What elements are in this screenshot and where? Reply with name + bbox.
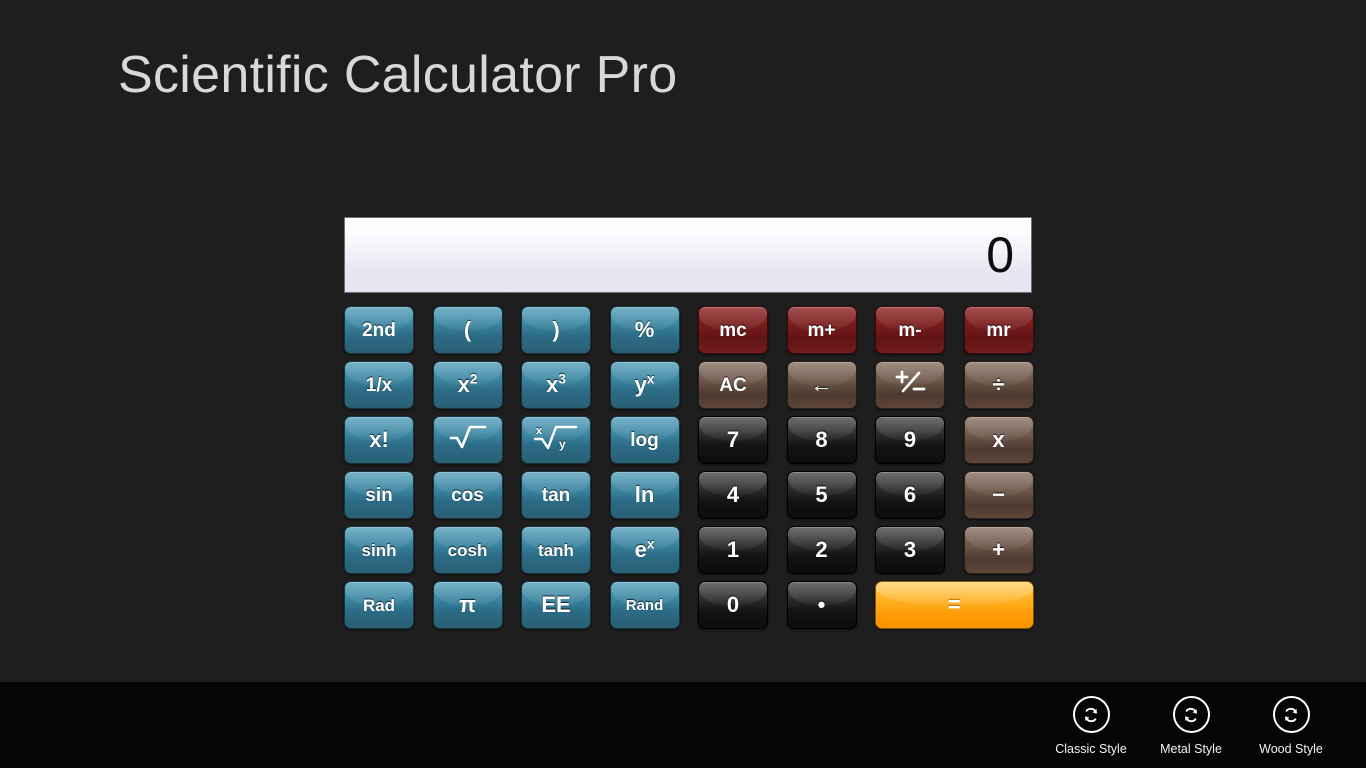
key-digit-5[interactable]: 5 xyxy=(786,471,857,519)
key-percent[interactable]: % xyxy=(609,306,680,354)
key-second[interactable]: 2nd xyxy=(344,306,414,354)
display-value: 0 xyxy=(986,227,1014,283)
key-ee[interactable]: EE xyxy=(521,581,591,629)
key-equals[interactable]: = xyxy=(875,581,1034,629)
appbar-item-label: Wood Style xyxy=(1259,742,1323,756)
key-reciprocal[interactable]: 1/x xyxy=(344,361,414,409)
key-cosh[interactable]: cosh xyxy=(432,526,503,574)
svg-text:y: y xyxy=(559,437,566,451)
key-square-root[interactable] xyxy=(432,416,503,464)
key-cos[interactable]: cos xyxy=(432,471,503,519)
key-digit-6[interactable]: 6 xyxy=(875,471,945,519)
key-x-cubed[interactable]: x3 xyxy=(521,361,591,409)
appbar-item-label: Classic Style xyxy=(1055,742,1127,756)
key-ln[interactable]: ln xyxy=(609,471,680,519)
key-add[interactable]: + xyxy=(963,526,1034,574)
calculator-display: 0 xyxy=(344,217,1032,293)
appbar-item-classic-style[interactable]: Classic Style xyxy=(1055,696,1127,756)
key-factorial[interactable]: x! xyxy=(344,416,414,464)
key-pi[interactable]: π xyxy=(432,581,503,629)
key-paren-open[interactable]: ( xyxy=(432,306,503,354)
app-bar: Classic Style Metal Style Wood Style xyxy=(0,682,1366,768)
key-rand[interactable]: Rand xyxy=(609,581,680,629)
key-backspace[interactable]: ← xyxy=(786,361,857,409)
key-digit-7[interactable]: 7 xyxy=(698,416,768,464)
calculator-keypad: 2nd()% mc m+ m-mr 1/x x2 x3 yx AC ← ÷ x! x y log 7 8 9 x si… xyxy=(344,306,1034,629)
key-mr[interactable]: mr xyxy=(963,306,1034,354)
key-digit-3[interactable]: 3 xyxy=(875,526,945,574)
key-digit-8[interactable]: 8 xyxy=(786,416,857,464)
page-title: Scientific Calculator Pro xyxy=(118,46,678,104)
calculator-body: 0 2nd()% mc m+ m-mr 1/x x2 x3 yx AC ← ÷ x! x y log 7 8 9 x… xyxy=(344,217,1034,629)
key-digit-1[interactable]: 1 xyxy=(698,526,768,574)
key-sin[interactable]: sin xyxy=(344,471,414,519)
refresh-icon xyxy=(1072,696,1110,733)
key-xth-root-y[interactable]: xy xyxy=(521,416,591,464)
appbar-item-wood-style[interactable]: Wood Style xyxy=(1258,696,1324,756)
app-bar-items: Classic Style Metal Style Wood Style xyxy=(1055,696,1324,756)
key-digit-9[interactable]: 9 xyxy=(875,416,945,464)
appbar-item-label: Metal Style xyxy=(1160,742,1222,756)
key-tan[interactable]: tan xyxy=(521,471,591,519)
key-plus-minus[interactable] xyxy=(875,361,945,409)
appbar-item-metal-style[interactable]: Metal Style xyxy=(1158,696,1224,756)
key-digit-2[interactable]: 2 xyxy=(786,526,857,574)
refresh-icon xyxy=(1172,696,1210,733)
svg-text:x: x xyxy=(536,425,543,437)
key-decimal-point[interactable]: • xyxy=(786,581,857,629)
refresh-icon xyxy=(1272,696,1310,733)
key-m-plus[interactable]: m+ xyxy=(786,306,857,354)
key-log[interactable]: log xyxy=(609,416,680,464)
key-m-minus[interactable]: m- xyxy=(875,306,945,354)
calculator-app: Scientific Calculator Pro 0 2nd ()% mc m+ m-… xyxy=(0,0,1366,768)
key-tanh[interactable]: tanh xyxy=(521,526,591,574)
key-divide[interactable]: ÷ xyxy=(963,361,1034,409)
key-e-power-x[interactable]: ex xyxy=(609,526,680,574)
key-x-squared[interactable]: x2 xyxy=(432,361,503,409)
key-mc[interactable]: mc xyxy=(698,306,768,354)
key-y-power-x[interactable]: yx xyxy=(609,361,680,409)
key-paren-close[interactable]: ) xyxy=(521,306,591,354)
key-digit-4[interactable]: 4 xyxy=(698,471,768,519)
key-subtract[interactable]: − xyxy=(963,471,1034,519)
key-rad[interactable]: Rad xyxy=(344,581,414,629)
key-multiply[interactable]: x xyxy=(963,416,1034,464)
key-all-clear[interactable]: AC xyxy=(698,361,768,409)
key-digit-0[interactable]: 0 xyxy=(698,581,768,629)
key-sinh[interactable]: sinh xyxy=(344,526,414,574)
